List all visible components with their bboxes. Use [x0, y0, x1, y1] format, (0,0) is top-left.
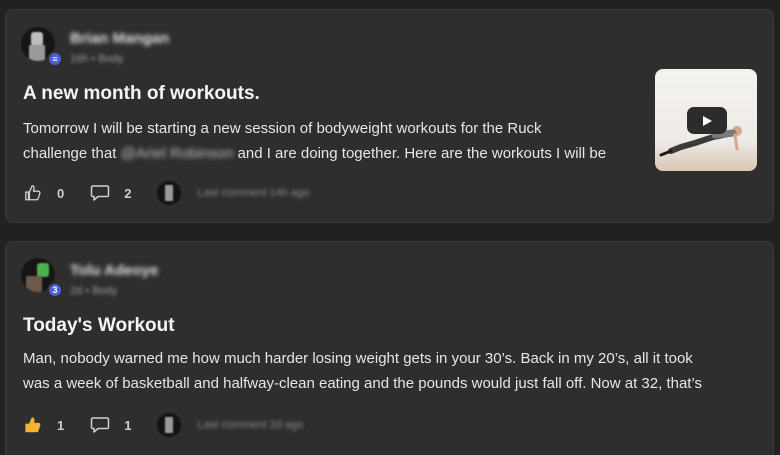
author-avatar[interactable]: 3 [21, 258, 63, 300]
post-excerpt: Man, nobody warned me how much harder lo… [23, 346, 768, 396]
excerpt-line-1: Man, nobody warned me how much harder lo… [23, 350, 693, 367]
comment-count: 1 [124, 417, 132, 433]
commenter-avatar[interactable] [157, 413, 182, 437]
post-actions: 1 1 Last comment 2d ago [23, 411, 303, 439]
post-meta: 2d • Body [70, 285, 118, 297]
level-badge-icon: ≡ [47, 51, 63, 67]
last-comment-time: Last comment 14h ago [197, 187, 310, 199]
excerpt-line-2: was a week of basketball and halfway-cle… [23, 375, 703, 392]
post-card[interactable]: 3 Tolu Adeoye 2d • Body Today's Workout … [5, 241, 774, 455]
comment-bubble-icon[interactable] [90, 415, 110, 435]
post-card[interactable]: ≡ Brian Mangan 16h • Body A new month of… [5, 9, 774, 223]
thumbs-up-icon[interactable] [23, 183, 43, 203]
post-excerpt: Tomorrow I will be starting a new sessio… [23, 116, 643, 166]
post-title[interactable]: Today's Workout [23, 315, 175, 337]
excerpt-line-1: Tomorrow I will be starting a new sessio… [23, 120, 542, 137]
video-thumbnail[interactable] [655, 69, 757, 171]
excerpt-line-2: challenge that @Ariel Robinson and I are… [23, 141, 643, 166]
mention-link[interactable]: @Ariel Robinson [121, 141, 234, 166]
thumbs-up-icon[interactable] [23, 415, 43, 435]
like-count: 0 [57, 185, 65, 201]
comment-bubble-icon[interactable] [90, 183, 110, 203]
author-name[interactable]: Tolu Adeoye [70, 262, 158, 279]
play-icon [703, 115, 712, 126]
post-actions: 0 2 Last comment 14h ago [23, 179, 309, 207]
like-count: 1 [57, 417, 65, 433]
post-meta: 16h • Body [70, 53, 124, 65]
last-comment-time: Last comment 2d ago [197, 419, 304, 431]
comment-count: 2 [124, 185, 132, 201]
commenter-avatar[interactable] [157, 181, 182, 205]
author-avatar[interactable]: ≡ [21, 27, 63, 69]
play-button[interactable] [687, 107, 727, 134]
level-badge-icon: 3 [47, 282, 63, 298]
author-name[interactable]: Brian Mangan [70, 30, 169, 47]
post-title[interactable]: A new month of workouts. [23, 83, 260, 105]
